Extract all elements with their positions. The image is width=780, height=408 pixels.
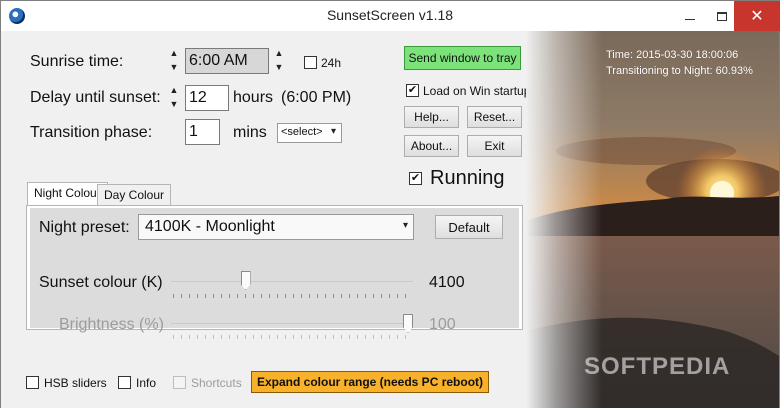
shortcuts-label: Shortcuts <box>191 376 242 390</box>
sunset-colour-value: 4100 <box>429 274 465 291</box>
softpedia-watermark: SOFTPEDIA <box>584 353 731 380</box>
exit-button[interactable]: Exit <box>467 135 522 157</box>
checkmark-icon: ✔ <box>410 172 421 184</box>
reset-button[interactable]: Reset... <box>467 106 522 128</box>
app-window: SunsetScreen v1.18 ✕ Sunrise time: ▲ ▼ 6:… <box>0 0 780 408</box>
send-to-tray-button[interactable]: Send window to tray <box>404 46 521 70</box>
running-label: Running <box>430 167 505 189</box>
delay-unit: hours <box>233 89 274 106</box>
status-time-text: Time: 2015-03-30 18:00:06 <box>606 49 739 61</box>
about-button[interactable]: About... <box>404 135 459 157</box>
sunrise-time-field[interactable]: 6:00 AM <box>185 48 269 74</box>
sunset-colour-label: Sunset colour (K) <box>39 274 163 291</box>
minimize-button[interactable] <box>675 1 705 31</box>
arrow-up-icon: ▲ <box>169 85 179 95</box>
tab-day-colour[interactable]: Day Colour <box>97 184 172 206</box>
maximize-icon <box>717 11 727 21</box>
arrow-down-icon: ▼ <box>274 62 284 72</box>
hsb-sliders-checkbox[interactable] <box>26 376 39 389</box>
delay-hours-field[interactable]: 12 <box>185 85 229 111</box>
close-button[interactable]: ✕ <box>734 1 780 31</box>
running-checkbox[interactable]: ✔ <box>409 172 422 185</box>
delay-label: Delay until sunset: <box>30 89 161 106</box>
chevron-down-icon: ▾ <box>402 220 408 231</box>
transition-preset-value: <select> <box>281 126 323 138</box>
info-checkbox[interactable] <box>118 376 131 389</box>
brightness-value: 100 <box>429 316 456 333</box>
h24-label: 24h <box>321 56 342 70</box>
shortcuts-checkbox[interactable] <box>173 376 186 389</box>
status-transition-text: Transitioning to Night: 60.93% <box>606 65 753 77</box>
delay-spinner[interactable]: ▲ ▼ <box>168 85 180 109</box>
info-label: Info <box>136 376 157 390</box>
title-bar[interactable]: SunsetScreen v1.18 ✕ <box>1 1 780 31</box>
load-startup-checkbox[interactable]: ✔ <box>406 84 419 97</box>
minimize-icon <box>685 18 695 20</box>
window-title: SunsetScreen v1.18 <box>326 7 454 23</box>
close-icon: ✕ <box>750 8 764 25</box>
night-preset-value: 4100K - Moonlight <box>145 218 275 235</box>
chevron-down-icon: ▾ <box>330 126 336 137</box>
sunset-preview-image <box>526 31 779 408</box>
sunrise-label: Sunrise time: <box>30 53 124 70</box>
delay-computed-time: (6:00 PM) <box>281 89 352 106</box>
help-button[interactable]: Help... <box>404 106 459 128</box>
night-preset-label: Night preset: <box>39 219 130 236</box>
sunrise-spin-left[interactable]: ▲ ▼ <box>168 48 180 72</box>
arrow-up-icon: ▲ <box>169 48 179 58</box>
hsb-sliders-label: HSB sliders <box>44 376 107 390</box>
transition-unit: mins <box>233 124 267 141</box>
arrow-down-icon: ▼ <box>169 99 179 109</box>
h24-checkbox[interactable] <box>304 56 317 69</box>
brightness-label: Brightness (%) <box>59 316 164 333</box>
sunset-scene-icon <box>526 31 779 408</box>
load-startup-label: Load on Win startup <box>423 84 531 98</box>
transition-minutes-field[interactable]: 1 <box>185 119 220 145</box>
night-preset-dropdown[interactable]: 4100K - Moonlight ▾ <box>138 214 414 240</box>
expand-colour-range-button[interactable]: Expand colour range (needs PC reboot) <box>251 371 489 393</box>
brightness-ticks <box>173 335 413 339</box>
arrow-down-icon: ▼ <box>169 62 179 72</box>
transition-preset-select[interactable]: <select> ▾ <box>277 123 342 143</box>
default-button[interactable]: Default <box>435 215 503 239</box>
transition-label: Transition phase: <box>30 124 153 141</box>
maximize-button[interactable] <box>707 1 737 31</box>
brightness-track <box>171 323 413 324</box>
sunset-colour-track <box>171 281 413 282</box>
sunset-colour-ticks <box>173 294 413 298</box>
checkmark-icon: ✔ <box>407 84 418 96</box>
tab-night-colour[interactable]: Night Colour <box>27 182 108 206</box>
arrow-up-icon: ▲ <box>274 48 284 58</box>
sunrise-spin-right[interactable]: ▲ ▼ <box>273 48 285 72</box>
